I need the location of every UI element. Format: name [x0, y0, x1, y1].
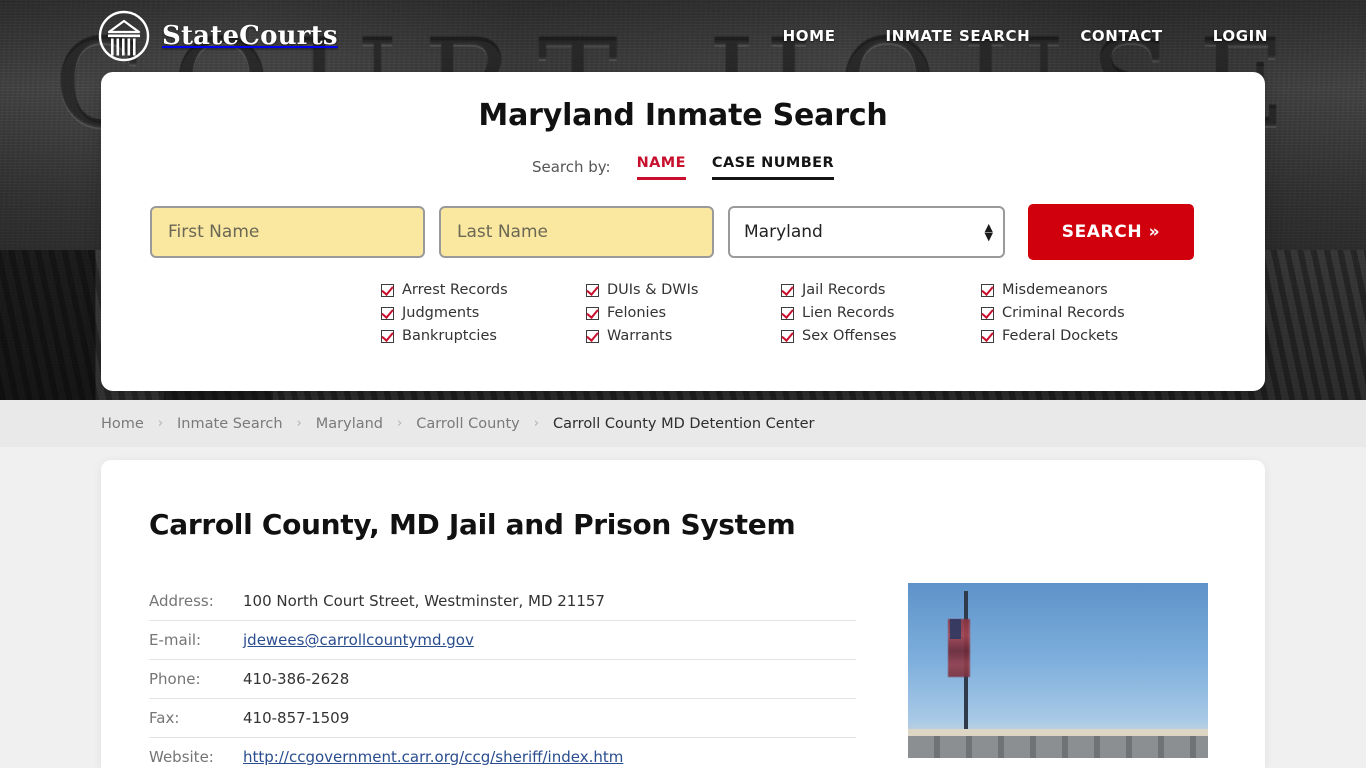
detail-key: Address:: [149, 592, 214, 610]
breadcrumb: Home › Inmate Search › Maryland › Carrol…: [101, 416, 814, 432]
nav-item-home[interactable]: HOME: [783, 27, 836, 45]
email-link[interactable]: jdewees@carrollcountymd.gov: [243, 631, 474, 649]
table-row: E-mail: jdewees@carrollcountymd.gov: [149, 621, 856, 660]
checkbox-checked-icon: [781, 283, 794, 297]
breadcrumb-item-maryland[interactable]: Maryland: [316, 416, 383, 432]
detail-key: Fax:: [149, 709, 180, 727]
courthouse-circle-icon: [98, 10, 150, 62]
checkbox-checked-icon: [781, 306, 794, 320]
record-type-item[interactable]: Misdemeanors: [981, 282, 1181, 298]
facility-photo: [908, 583, 1208, 758]
checkbox-checked-icon: [381, 306, 394, 320]
top-navigation-bar: StateCourts HOME INMATE SEARCH CONTACT L…: [0, 0, 1366, 72]
tab-name[interactable]: NAME: [636, 155, 686, 180]
state-select-wrapper: Maryland ▲ ▼: [728, 206, 1005, 258]
record-type-item[interactable]: Sex Offenses: [781, 328, 981, 344]
detention-center-building-shape: [908, 736, 1208, 758]
checkbox-checked-icon: [981, 329, 994, 343]
detail-value: 410-386-2628: [243, 670, 350, 688]
last-name-input[interactable]: [439, 206, 714, 258]
record-type-label: Felonies: [607, 305, 667, 321]
detail-value-email: jdewees@carrollcountymd.gov: [243, 621, 856, 660]
record-type-label: Warrants: [607, 328, 673, 344]
first-name-input[interactable]: [150, 206, 425, 258]
detail-key: Phone:: [149, 670, 201, 688]
search-card-title: Maryland Inmate Search: [478, 98, 888, 133]
chevron-right-icon: ›: [397, 416, 403, 431]
nav-item-contact[interactable]: CONTACT: [1080, 27, 1162, 45]
record-type-item[interactable]: DUIs & DWIs: [586, 282, 781, 298]
state-select[interactable]: Maryland: [728, 206, 1005, 258]
record-type-item[interactable]: Judgments: [381, 305, 586, 321]
detail-key: Website:: [149, 748, 214, 766]
record-type-item[interactable]: Warrants: [586, 328, 781, 344]
breadcrumb-item-carroll-county[interactable]: Carroll County: [416, 416, 520, 432]
nav-item-login[interactable]: LOGIN: [1213, 27, 1268, 45]
record-type-item[interactable]: Criminal Records: [981, 305, 1181, 321]
detail-key: E-mail:: [149, 631, 202, 649]
table-row: Website: http://ccgovernment.carr.org/cc…: [149, 738, 856, 768]
checkbox-checked-icon: [781, 329, 794, 343]
checkbox-checked-icon: [381, 329, 394, 343]
record-type-item[interactable]: Lien Records: [781, 305, 981, 321]
record-type-label: Lien Records: [802, 305, 895, 321]
search-by-label: Search by:: [531, 158, 611, 176]
record-type-label: Misdemeanors: [1002, 282, 1108, 298]
breadcrumb-item-home[interactable]: Home: [101, 416, 144, 432]
record-types-list: Arrest Records DUIs & DWIs Jail Records …: [101, 282, 1265, 344]
checkbox-checked-icon: [586, 283, 599, 297]
brand-logo-link[interactable]: StateCourts: [98, 10, 338, 62]
record-type-item[interactable]: Jail Records: [781, 282, 981, 298]
breadcrumb-bar: Home › Inmate Search › Maryland › Carrol…: [0, 400, 1366, 447]
record-type-item[interactable]: Federal Dockets: [981, 328, 1181, 344]
record-type-label: DUIs & DWIs: [607, 282, 699, 298]
search-by-row: Search by: NAME CASE NUMBER: [101, 155, 1265, 180]
website-link[interactable]: http://ccgovernment.carr.org/ccg/sheriff…: [243, 748, 623, 766]
main-nav: HOME INMATE SEARCH CONTACT LOGIN: [783, 27, 1268, 45]
checkbox-checked-icon: [981, 283, 994, 297]
record-type-label: Sex Offenses: [802, 328, 897, 344]
record-type-label: Bankruptcies: [402, 328, 497, 344]
hero-banner: COURT HOUSE StateCourts HOME INMATE SEAR…: [0, 0, 1366, 400]
tab-case-number[interactable]: CASE NUMBER: [711, 155, 835, 180]
record-type-label: Criminal Records: [1002, 305, 1125, 321]
detail-value-website: http://ccgovernment.carr.org/ccg/sheriff…: [243, 738, 856, 768]
search-button[interactable]: SEARCH »: [1028, 204, 1194, 260]
chevron-right-icon: ›: [296, 416, 302, 431]
table-row: Address: 100 North Court Street, Westmin…: [149, 582, 856, 621]
table-row: Fax: 410-857-1509: [149, 699, 856, 738]
record-type-item[interactable]: Bankruptcies: [381, 328, 586, 344]
chevron-right-icon: ›: [533, 416, 539, 431]
brand-name: StateCourts: [162, 21, 338, 51]
breadcrumb-item-current: Carroll County MD Detention Center: [552, 415, 815, 432]
checkbox-checked-icon: [381, 283, 394, 297]
table-row: Phone: 410-386-2628: [149, 660, 856, 699]
record-type-label: Judgments: [402, 305, 480, 321]
us-flag-canton-shape: [950, 619, 961, 639]
facility-info-wrap: Address: 100 North Court Street, Westmin…: [101, 581, 1265, 768]
chevron-right-icon: ›: [157, 416, 164, 431]
detail-value: 410-857-1509: [243, 709, 350, 727]
nav-item-inmate-search[interactable]: INMATE SEARCH: [886, 27, 1031, 45]
detail-value: 100 North Court Street, Westminster, MD …: [243, 592, 605, 610]
record-type-label: Federal Dockets: [1002, 328, 1119, 344]
checkbox-checked-icon: [981, 306, 994, 320]
record-type-label: Jail Records: [802, 282, 886, 298]
facility-details-table: Address: 100 North Court Street, Westmin…: [149, 581, 856, 768]
record-type-item[interactable]: Felonies: [586, 305, 781, 321]
facility-content-card: Carroll County, MD Jail and Prison Syste…: [101, 460, 1265, 768]
photo-ground-shape: [908, 729, 1208, 736]
checkbox-checked-icon: [586, 306, 599, 320]
record-type-item[interactable]: Arrest Records: [381, 282, 586, 298]
inmate-search-card: Maryland Inmate Search Search by: NAME C…: [101, 72, 1265, 391]
breadcrumb-item-inmate-search[interactable]: Inmate Search: [177, 416, 283, 432]
page-title: Carroll County, MD Jail and Prison Syste…: [149, 508, 796, 541]
record-type-label: Arrest Records: [402, 282, 508, 298]
search-form: Maryland ▲▼ SEARCH »: [101, 204, 1265, 260]
checkbox-checked-icon: [586, 329, 599, 343]
